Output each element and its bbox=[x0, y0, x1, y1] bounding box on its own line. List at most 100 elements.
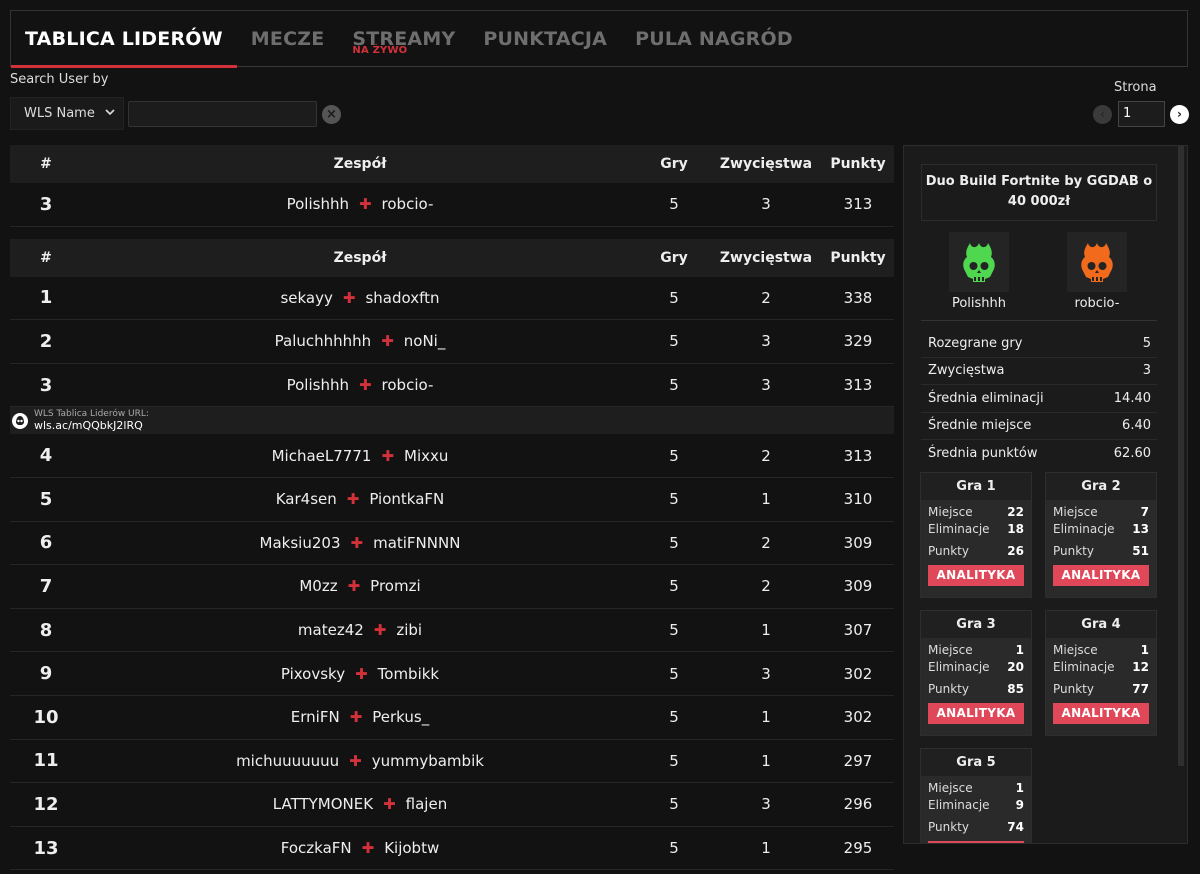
row-team: LATTYMONEK ✚ flajen bbox=[82, 795, 638, 813]
row-team: FoczkaFN ✚ Kijobtw bbox=[82, 839, 638, 857]
leaderboard-url-bar: WLS Tablica Liderów URL: wls.ac/mQQbkJ2l… bbox=[10, 407, 894, 435]
search-by-select[interactable]: WLS Name bbox=[10, 97, 124, 130]
table-row[interactable]: 6 Maksiu203 ✚ matiFNNNN 5 2 309 bbox=[10, 522, 894, 566]
row-team: Polishhh ✚ robcio- bbox=[82, 195, 638, 213]
player-card[interactable]: Polishhh bbox=[934, 232, 1024, 311]
player-name: flajen bbox=[405, 795, 448, 814]
plus-icon: ✚ bbox=[355, 664, 368, 683]
chevron-right-icon[interactable]: › bbox=[1170, 105, 1189, 124]
elims-value: 12 bbox=[1132, 660, 1149, 674]
highlighted-team-row[interactable]: 3 Polishhh ✚ robcio- 5 3 313 bbox=[10, 183, 894, 227]
table-row[interactable]: 10 ErniFN ✚ Perkus_ 5 1 302 bbox=[10, 696, 894, 740]
search-input[interactable] bbox=[128, 101, 317, 127]
place-value: 1 bbox=[1015, 643, 1024, 657]
place-value: 1 bbox=[1015, 781, 1024, 795]
row-rank: 4 bbox=[39, 445, 53, 467]
row-team: MichaeL7771 ✚ Mixxu bbox=[82, 447, 638, 465]
stat-label: Średnia eliminacji bbox=[928, 390, 1044, 406]
row-points: 307 bbox=[843, 621, 873, 640]
avatar bbox=[1067, 232, 1127, 292]
table-row[interactable]: 8 matez42 ✚ zibi 5 1 307 bbox=[10, 609, 894, 653]
url-block: WLS Tablica Liderów URL: wls.ac/mQQbkJ2l… bbox=[34, 409, 149, 432]
player-name: Maksiu203 bbox=[259, 533, 341, 552]
header-games: Gry bbox=[660, 156, 688, 172]
points-value: 26 bbox=[1007, 544, 1024, 558]
plus-icon: ✚ bbox=[349, 751, 362, 770]
stat-label: Zwycięstwa bbox=[928, 363, 1005, 379]
page-input[interactable]: 1 bbox=[1118, 101, 1165, 127]
stat-row: Zwycięstwa 3 bbox=[921, 358, 1157, 385]
team-stats: Rozegrane gry 5 Zwycięstwa 3 Średnia elimina… bbox=[921, 330, 1157, 468]
stat-value: 6.40 bbox=[1122, 418, 1151, 434]
player-name: michuuuuuuu bbox=[236, 751, 340, 770]
row-wins: 3 bbox=[761, 195, 771, 214]
table-row[interactable]: 9 Pixovsky ✚ Tombikk 5 3 302 bbox=[10, 652, 894, 696]
table-row[interactable]: 4 MichaeL7771 ✚ Mixxu 5 2 313 bbox=[10, 434, 894, 478]
tab-scoring[interactable]: PUNKTACJA bbox=[469, 11, 621, 66]
game-place: Miejsce 7 bbox=[1053, 504, 1149, 521]
place-label: Miejsce bbox=[1053, 505, 1098, 519]
row-team: Paluchhhhhh ✚ noNi_ bbox=[82, 332, 638, 350]
plus-icon: ✚ bbox=[381, 446, 395, 465]
game-points: Punkty 26 bbox=[928, 543, 1024, 560]
scrollbar-thumb[interactable] bbox=[1178, 146, 1184, 766]
table-row[interactable]: 13 FoczkaFN ✚ Kijobtw 5 1 295 bbox=[10, 827, 894, 871]
plus-icon: ✚ bbox=[361, 839, 375, 858]
player-name: matez42 bbox=[297, 621, 364, 640]
search-label: Search User by bbox=[10, 72, 109, 87]
stat-value: 14.40 bbox=[1113, 390, 1151, 406]
row-wins: 3 bbox=[761, 332, 771, 351]
table-row[interactable]: 5 Kar4sen ✚ PiontkaFN 5 1 310 bbox=[10, 478, 894, 522]
plus-icon: ✚ bbox=[349, 708, 363, 727]
row-games: 5 bbox=[669, 664, 679, 683]
place-label: Miejsce bbox=[1053, 643, 1098, 657]
tab-leaderboard[interactable]: TABLICA LIDERÓW bbox=[11, 11, 237, 68]
table-row[interactable]: 12 LATTYMONEK ✚ flajen 5 3 296 bbox=[10, 783, 894, 827]
row-points: 295 bbox=[843, 839, 873, 858]
table-row[interactable]: 7 M0zz ✚ Promzi 5 2 309 bbox=[10, 565, 894, 609]
game-body: Miejsce 1 Eliminacje 20 Punkty 85 ANALITYKA bbox=[921, 638, 1031, 735]
panel-scrollbar[interactable] bbox=[1177, 146, 1185, 843]
stat-value: 3 bbox=[1142, 363, 1151, 379]
row-wins: 3 bbox=[761, 795, 771, 814]
points-label: Punkty bbox=[928, 682, 969, 696]
plus-icon: ✚ bbox=[350, 533, 364, 552]
table-row[interactable]: 3 Polishhh ✚ robcio- 5 3 313 bbox=[10, 364, 894, 408]
row-team: ErniFN ✚ Perkus_ bbox=[82, 708, 638, 726]
row-rank: 7 bbox=[39, 575, 53, 597]
header-games: Gry bbox=[660, 249, 688, 266]
analytics-button[interactable]: ANALITYKA bbox=[928, 565, 1024, 586]
table-row[interactable]: 1 sekayy ✚ shadoxftn 5 2 338 bbox=[10, 277, 894, 321]
game-elims: Eliminacje 18 bbox=[928, 521, 1024, 538]
tab-matches[interactable]: MECZE bbox=[237, 11, 339, 66]
game-points: Punkty 77 bbox=[1053, 681, 1149, 698]
clear-icon[interactable]: × bbox=[322, 105, 341, 124]
plus-icon: ✚ bbox=[373, 621, 387, 640]
analytics-button[interactable]: ANALITYKA bbox=[928, 841, 1024, 843]
analytics-button[interactable]: ANALITYKA bbox=[1053, 703, 1149, 724]
table-row[interactable]: 2 Paluchhhhhh ✚ noNi_ 5 3 329 bbox=[10, 320, 894, 364]
url-link[interactable]: wls.ac/mQQbkJ2lRQ bbox=[34, 419, 149, 432]
player-name: LATTYMONEK bbox=[272, 795, 374, 814]
tab-prize-pool[interactable]: PULA NAGRÓD bbox=[621, 11, 807, 66]
points-value: 74 bbox=[1007, 820, 1024, 834]
plus-icon: ✚ bbox=[383, 795, 396, 814]
table-body-bottom: 4 MichaeL7771 ✚ Mixxu 5 2 313 5 Kar4sen ✚ PiontkaF… bbox=[10, 434, 894, 871]
player-name: Polishhh bbox=[951, 296, 1007, 311]
plus-icon: ✚ bbox=[358, 195, 372, 214]
row-games: 5 bbox=[669, 376, 679, 395]
player-name: Paluchhhhhh bbox=[274, 332, 372, 351]
player-name: M0zz bbox=[299, 577, 338, 596]
team-detail-panel: Duo Build Fortnite by GGDAB o 40 000zł P… bbox=[903, 145, 1188, 844]
player-card[interactable]: robcio- bbox=[1052, 232, 1142, 311]
tab-streams[interactable]: STREAMY NA ŻYWO bbox=[338, 11, 469, 66]
game-place: Miejsce 1 bbox=[928, 780, 1024, 797]
header-wins: Zwycięstwa bbox=[719, 156, 813, 172]
table-row[interactable]: 11 michuuuuuuu ✚ yummybambik 5 1 297 bbox=[10, 740, 894, 784]
row-games: 5 bbox=[669, 446, 679, 465]
analytics-button[interactable]: ANALITYKA bbox=[928, 703, 1024, 724]
row-games: 5 bbox=[669, 490, 679, 509]
row-wins: 1 bbox=[761, 751, 771, 770]
chevron-left-icon[interactable]: ‹ bbox=[1093, 105, 1112, 124]
analytics-button[interactable]: ANALITYKA bbox=[1053, 565, 1149, 586]
